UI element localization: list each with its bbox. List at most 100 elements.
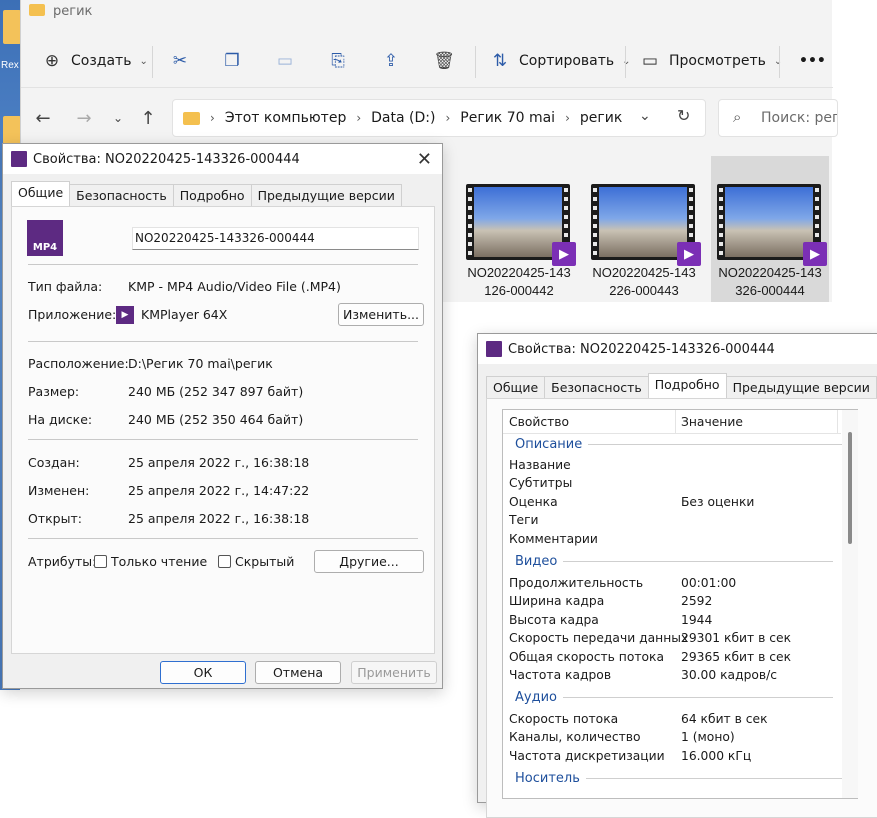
file-item[interactable]: ▶ NO20220425-143 226-000443 (585, 156, 703, 302)
modified-value: 25 апреля 2022 г., 14:47:22 (128, 483, 310, 498)
column-divider (675, 410, 676, 434)
copy-icon: ❐ (224, 51, 240, 71)
play-icon: ▶ (677, 242, 701, 266)
desktop-folder-icon[interactable] (3, 116, 21, 144)
list-item[interactable]: Частота дискретизации 16.000 кГц (509, 749, 751, 763)
rename-button[interactable]: ⎘ (327, 48, 349, 74)
file-item[interactable]: ▶ NO20220425-143 126-000442 (460, 156, 578, 302)
list-item[interactable]: Название (509, 458, 571, 472)
delete-button[interactable]: 🗑 (433, 48, 455, 74)
list-item[interactable]: Субтитры (509, 476, 572, 490)
tab-details[interactable]: Подробно (647, 373, 727, 398)
recent-locations-button[interactable]: ⌄ (105, 106, 131, 130)
change-button[interactable]: Изменить... (338, 303, 424, 326)
size-on-disk-value: 240 МБ (252 350 464 байт) (128, 412, 304, 427)
ok-button[interactable]: ОК (160, 661, 246, 684)
readonly-checkbox[interactable] (94, 555, 107, 568)
share-button[interactable]: ⇪ (380, 48, 402, 74)
play-icon: ▶ (803, 242, 827, 266)
size-on-disk-label: На диске: (28, 412, 93, 427)
sort-button[interactable]: ⇅ Сортировать ⌄ (489, 48, 631, 74)
mp4-file-icon (486, 341, 502, 357)
command-bar: ⊕ Создать ⌄ ✂ ❐ ▭ ⎘ ⇪ 🗑 ⇅ Сортировать ⌄ … (21, 36, 833, 88)
close-icon[interactable]: ✕ (417, 149, 432, 170)
list-item[interactable]: Продолжительность 00:01:00 (509, 576, 736, 590)
breadcrumb-item[interactable]: Data (D:) (371, 110, 435, 126)
create-button[interactable]: ⊕ Создать ⌄ (41, 48, 148, 74)
cancel-button[interactable]: Отмена (255, 661, 341, 684)
group-description: Описание (515, 437, 859, 452)
file-name: NO20220425-143 226-000443 (592, 265, 696, 298)
trash-icon: 🗑 (433, 51, 455, 71)
play-icon: ▶ (552, 242, 576, 266)
breadcrumb-item[interactable]: регик (580, 110, 622, 126)
column-header-property[interactable]: Свойство (509, 415, 569, 429)
list-item[interactable]: Теги (509, 513, 539, 527)
file-type-label: Тип файла: (28, 279, 103, 294)
tab-previous-versions[interactable]: Предыдущие версии (725, 376, 877, 398)
video-thumbnail: ▶ (591, 184, 701, 266)
file-name: NO20220425-143 326-000444 (718, 265, 822, 298)
list-item[interactable]: Оценка Без оценки (509, 495, 754, 509)
file-name: NO20220425-143 126-000442 (467, 265, 571, 298)
column-header-value[interactable]: Значение (681, 415, 743, 429)
mp4-file-icon (11, 151, 27, 167)
location-label: Расположение: (28, 356, 129, 371)
folder-icon (29, 4, 45, 16)
tab-general[interactable]: Общие (11, 181, 71, 206)
scrollbar-thumb[interactable] (848, 432, 852, 544)
tab-details[interactable]: Подробно (172, 184, 252, 206)
cut-button[interactable]: ✂ (169, 48, 191, 74)
sort-arrows-icon: ⇅ (492, 51, 508, 71)
refresh-icon[interactable]: ↻ (677, 106, 690, 125)
size-label: Размер: (28, 384, 80, 399)
list-item[interactable]: Комментарии (509, 532, 598, 546)
vertical-scrollbar[interactable] (842, 410, 858, 798)
tab-previous-versions[interactable]: Предыдущие версии (250, 184, 402, 206)
location-value: D:\Регик 70 mai\регик (128, 356, 273, 371)
tab-security[interactable]: Безопасность (544, 376, 649, 398)
list-item[interactable]: Высота кадра 1944 (509, 613, 712, 627)
hidden-label: Скрытый (235, 554, 295, 569)
address-bar[interactable]: › Этот компьютер › Data (D:) › Регик 70 … (172, 99, 706, 137)
dialog-title-bar: Свойства: NO20220425-143326-000444 (3, 144, 442, 174)
folder-icon (183, 111, 200, 125)
more-options-button[interactable]: ••• (799, 48, 826, 74)
copy-button[interactable]: ❐ (221, 48, 243, 74)
desktop-folder-icon[interactable] (3, 10, 21, 44)
search-input[interactable]: ⌕ Поиск: реги (718, 99, 838, 137)
hidden-checkbox[interactable] (218, 555, 231, 568)
list-item[interactable]: Частота кадров 30.00 кадров/с (509, 668, 777, 682)
advanced-button[interactable]: Другие... (314, 550, 424, 573)
desktop-icon-label: Rex (1, 60, 19, 71)
list-item[interactable]: Ширина кадра 2592 (509, 594, 712, 608)
filename-field[interactable]: NO20220425-143326-000444 (132, 227, 419, 250)
list-item[interactable]: Общая скорость потока 29365 кбит в сек (509, 650, 791, 664)
plus-circle-icon: ⊕ (44, 51, 60, 71)
chevron-down-icon: ⌄ (622, 55, 631, 67)
breadcrumb-item[interactable]: Этот компьютер (225, 110, 347, 126)
breadcrumb-item[interactable]: Регик 70 mai (460, 110, 555, 126)
list-item[interactable]: Скорость потока 64 кбит в сек (509, 712, 768, 726)
tab-general[interactable]: Общие (486, 376, 546, 398)
list-item[interactable]: Каналы, количество 1 (моно) (509, 730, 735, 744)
list-item[interactable]: Скорость передачи данных 29301 кбит в сек (509, 631, 791, 645)
address-dropdown-icon[interactable]: ⌄ (639, 108, 651, 124)
back-button[interactable]: ← (30, 106, 56, 130)
search-icon: ⌕ (733, 108, 742, 126)
video-thumbnail: ▶ (466, 184, 576, 266)
view-button[interactable]: ▭ Просмотреть ⌄ (639, 48, 782, 74)
forward-button[interactable]: → (71, 106, 97, 130)
apply-button[interactable]: Применить (351, 661, 437, 684)
accessed-value: 25 апреля 2022 г., 16:38:18 (128, 511, 310, 526)
file-item-selected[interactable]: ▶ NO20220425-143 326-000444 (711, 156, 829, 302)
kmplayer-icon: ▶ (116, 306, 134, 324)
created-value: 25 апреля 2022 г., 16:38:18 (128, 455, 310, 470)
divider (28, 341, 418, 342)
clipboard-icon: ▭ (276, 51, 294, 71)
view-label: Просмотреть (669, 53, 766, 69)
toolbar-divider (152, 46, 153, 78)
up-button[interactable]: ↑ (135, 106, 161, 130)
paste-button[interactable]: ▭ (274, 48, 296, 74)
tab-security[interactable]: Безопасность (69, 184, 174, 206)
